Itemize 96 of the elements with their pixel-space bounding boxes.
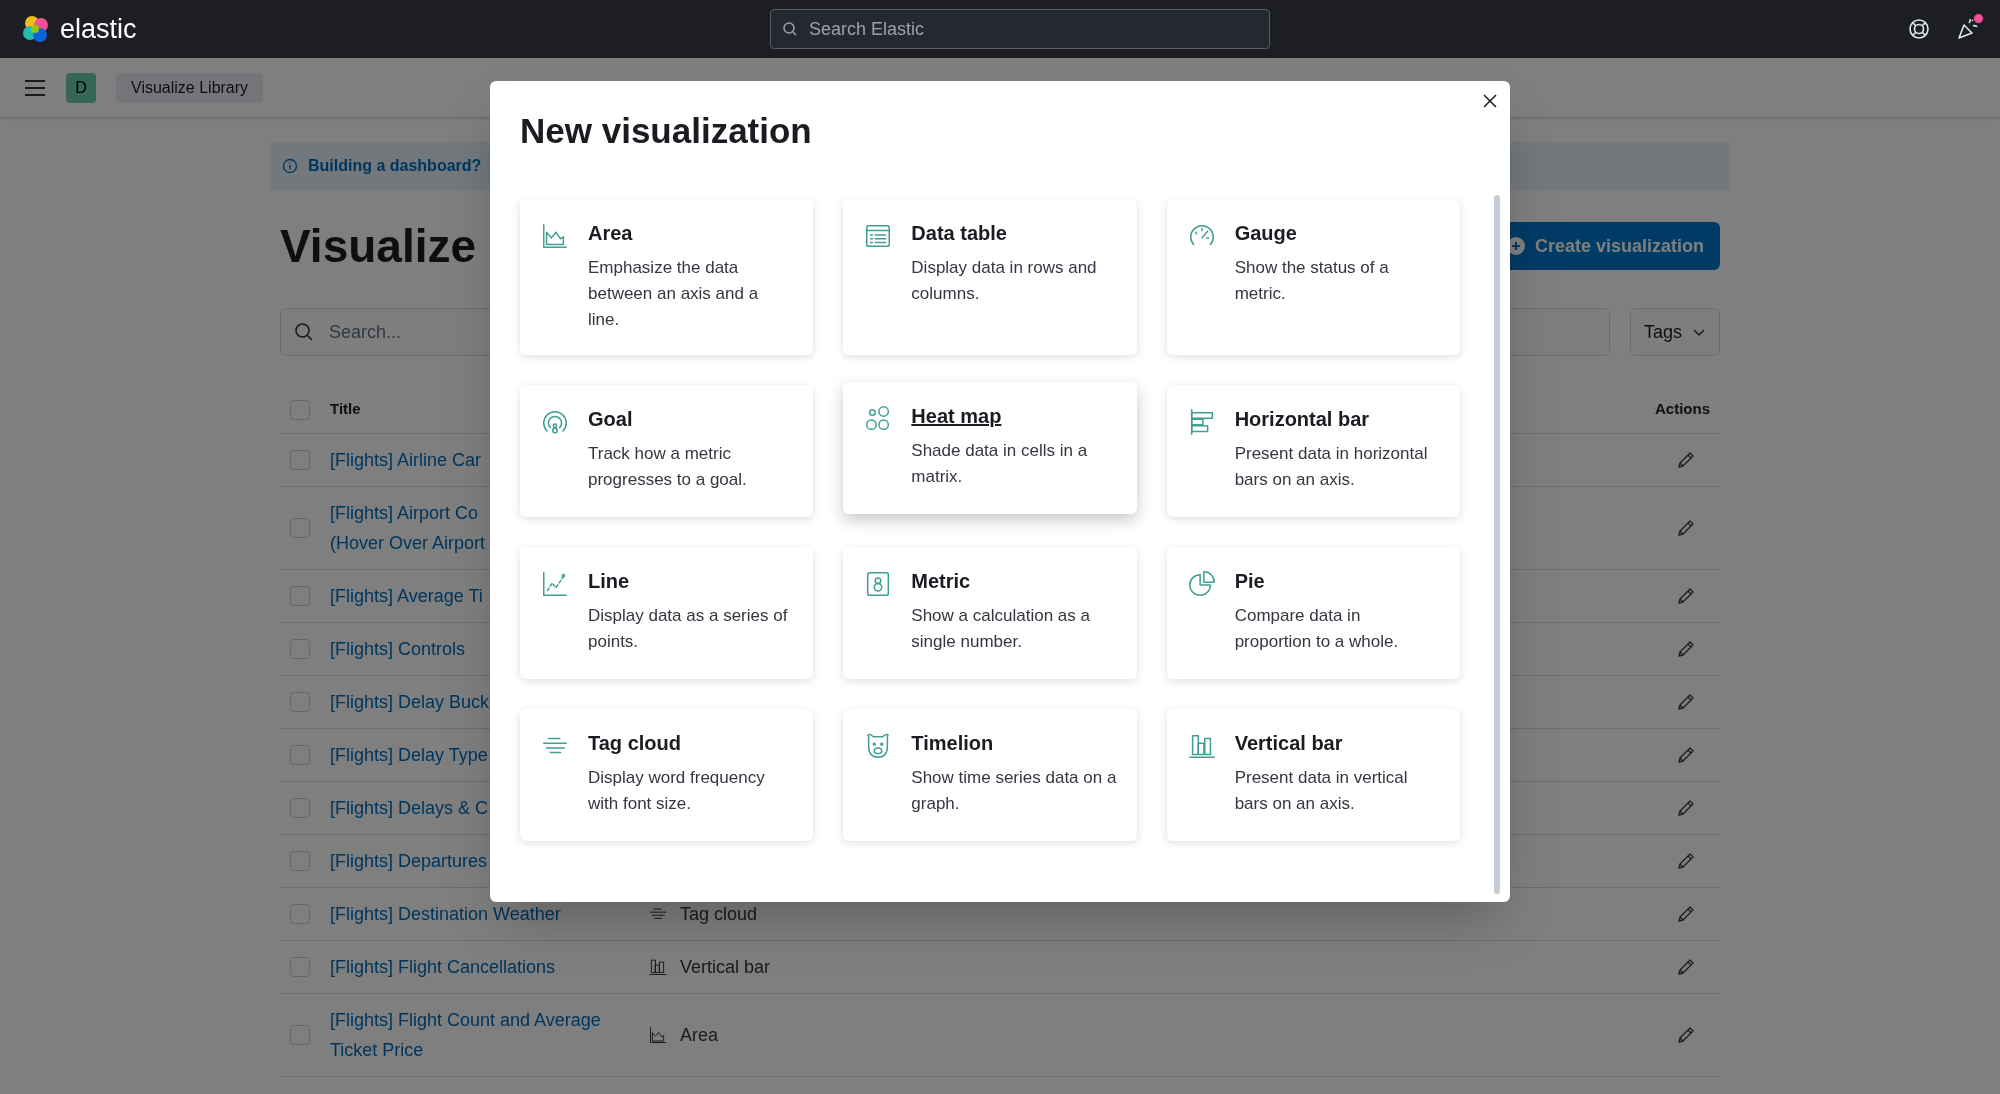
checkbox[interactable] [290,692,310,712]
card-title: Goal [588,407,634,431]
type-label: Vertical bar [680,955,771,979]
search-icon [294,322,314,342]
tags-button[interactable]: Tags [1630,308,1720,356]
close-icon [1482,93,1498,109]
visualization-card[interactable]: Line Display data as a series of points. [520,547,814,679]
card-title: Area [588,221,634,245]
breadcrumb[interactable]: Visualize Library [116,72,264,103]
vertical-bar-icon [648,957,668,977]
pencil-icon[interactable] [1676,692,1696,712]
scrollbar[interactable] [1494,195,1500,894]
visualization-card[interactable]: Data table Display data in rows and columns. [843,199,1137,355]
pencil-icon[interactable] [1676,798,1696,818]
pencil-icon[interactable] [1676,1025,1696,1045]
card-title: Gauge [1234,221,1298,245]
visualization-link[interactable]: [Flights] Controls [330,634,466,664]
pie-chart-icon [1186,569,1217,599]
card-description: Present data in vertical bars on an axis. [1234,767,1409,815]
search-field[interactable]: Search Elastic [770,9,1270,49]
visualization-link[interactable]: [Flights] Departures [330,846,488,876]
line-chart-icon [540,569,570,599]
type-label: Area [680,1023,719,1047]
card-title: Pie [1234,569,1266,593]
card-title: Tag cloud [588,731,682,755]
column-header: Actions [1655,399,1710,420]
pencil-icon[interactable] [1676,586,1696,606]
visualization-card[interactable]: Tag cloud Display word frequency with font size. [520,709,814,841]
visualization-card[interactable]: Vertical bar Present data in vertical bars on an axis. [1166,709,1460,841]
checkbox[interactable] [290,399,310,420]
card-description: Compare data in proportion to a whole. [1234,605,1400,653]
visualization-link[interactable]: [Flights] Flight Count and Average Ticket Price [330,1005,601,1065]
pencil-icon[interactable] [1676,450,1696,470]
checkbox[interactable] [290,851,310,871]
pencil-icon[interactable] [1676,904,1696,924]
visualization-card[interactable]: Area Emphasize the data between an axis and a line. [520,199,814,355]
card-description: Show time series data on a graph. [911,767,1117,815]
pencil-icon[interactable] [1676,745,1696,765]
card-description: Display data as a series of points. [588,605,789,653]
visualization-card[interactable]: Gauge Show the status of a metric. [1166,199,1460,355]
card-title: Data table [911,221,1008,245]
card-title: Timelion [911,731,995,755]
visualization-link[interactable]: [Flights] Delays & C [330,793,489,823]
card-description: Shade data in cells in a matrix. [911,440,1089,488]
card-title: Horizontal bar [1234,407,1371,431]
card-description: Display word frequency with font size. [588,767,766,815]
page-title: Visualize [280,218,477,274]
newsfeed-icon[interactable] [1956,17,1980,41]
modal-title: New visualization [520,110,813,152]
card-description: Present data in horizontal bars on an axis. [1234,443,1429,491]
pencil-icon[interactable] [1676,518,1696,538]
info-icon [282,158,298,174]
pencil-icon[interactable] [1676,639,1696,659]
help-icon[interactable] [1908,18,1930,40]
card-description: Emphasize the data between an axis and a line. [588,257,760,331]
checkbox[interactable] [290,957,310,977]
pencil-icon[interactable] [1676,957,1696,977]
checkbox[interactable] [290,639,310,659]
checkbox[interactable] [290,586,310,606]
logo-text: elastic [60,15,137,43]
pencil-icon[interactable] [1676,851,1696,871]
visualization-link[interactable]: [Flights] Delay Buck [330,687,490,717]
search-icon [782,21,798,37]
visualization-link[interactable]: [Flights] Average Ti [330,581,483,611]
callout-text: Building a dashboard? [308,156,482,176]
card-title: Line [588,569,631,593]
area-chart-icon [648,1025,668,1045]
visualization-link[interactable]: [Flights] Delay Type [330,740,488,770]
checkbox[interactable] [290,450,310,470]
card-title: Vertical bar [1234,731,1344,755]
visualization-card[interactable]: Pie Compare data in proportion to a whole. [1166,547,1460,679]
visualization-card[interactable]: Heat map Shade data in cells in a matrix. [843,382,1137,514]
visualization-link[interactable]: [Flights] Destination Weather [330,899,561,929]
space-avatar[interactable]: D [66,72,96,103]
type-label: Tag cloud [680,902,758,926]
visualization-card[interactable]: Metric Show a calculation as a single number. [843,547,1137,679]
visualization-link[interactable]: [Flights] Airport Co (Hover Over Airport [330,498,486,558]
card-description: Show a calculation as a single number. [911,605,1091,653]
visualization-link[interactable]: [Flights] Airline Car [330,445,482,475]
visualization-card[interactable]: Timelion Show time series data on a graph. [843,709,1137,841]
visualization-card[interactable]: Horizontal bar Present data in horizontal bars on an axis. [1166,385,1460,517]
checkbox[interactable] [290,1025,310,1045]
checkbox[interactable] [290,904,310,924]
card-title: Heat map [911,404,1003,428]
card-description: Display data in rows and columns. [911,257,1098,305]
card-description: Show the status of a metric. [1234,257,1390,305]
menu-icon[interactable] [24,78,46,97]
checkbox[interactable] [290,798,310,818]
checkbox[interactable] [290,745,310,765]
card-description: Track how a metric progresses to a goal. [588,443,748,491]
column-header[interactable]: Title [330,398,361,421]
visualization-card[interactable]: Goal Track how a metric progresses to a goal. [520,385,814,517]
card-title: Metric [911,569,972,593]
area-chart-icon [540,221,570,251]
checkbox[interactable] [290,518,310,538]
visualization-link[interactable]: [Flights] Flight Cancellations [330,952,556,982]
